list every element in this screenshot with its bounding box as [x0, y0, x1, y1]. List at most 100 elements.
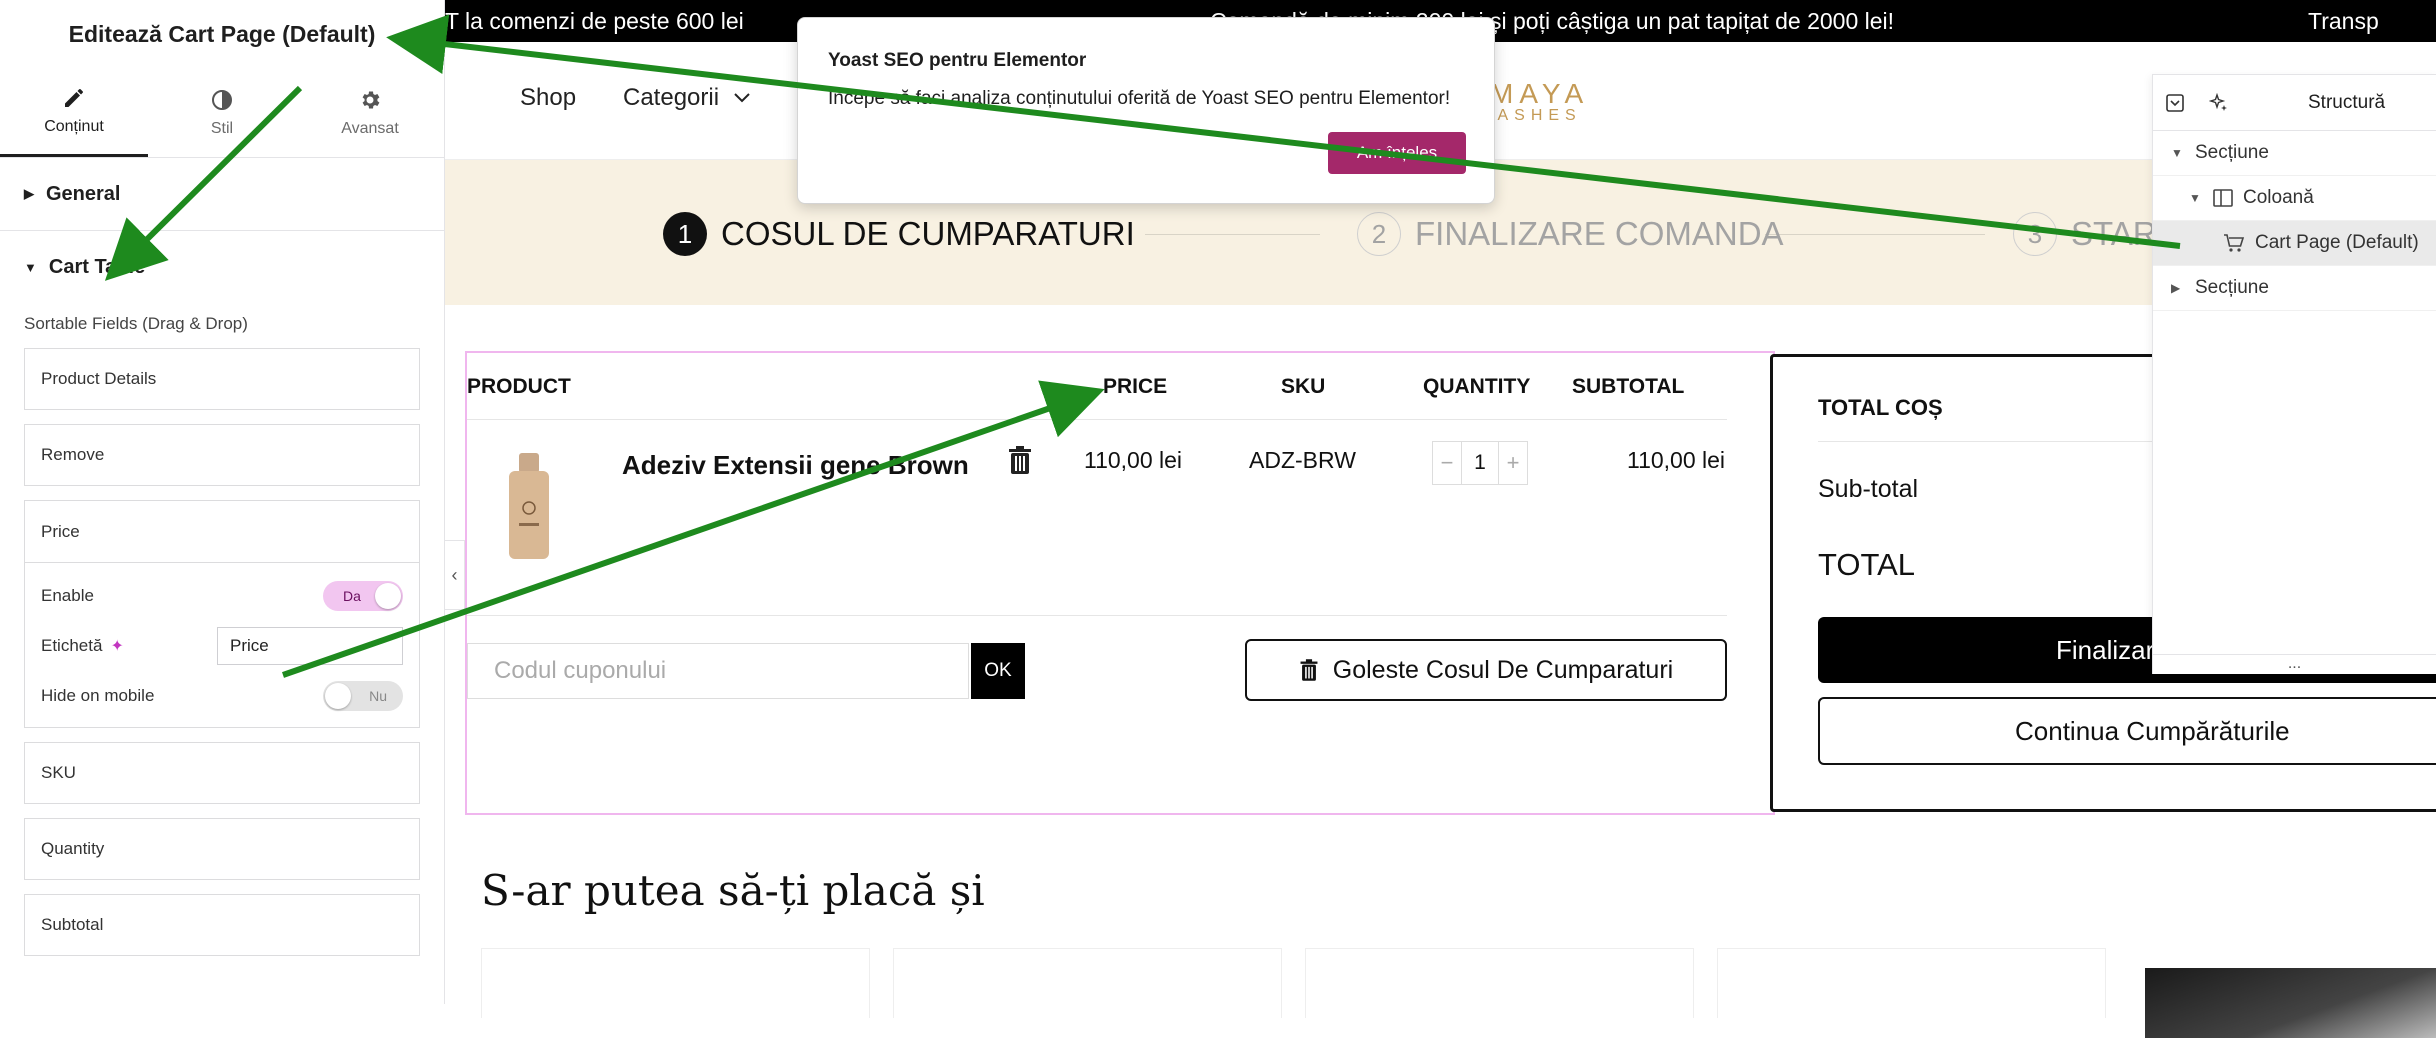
tab-advanced-label: Avansat	[341, 119, 399, 137]
total-label: TOTAL	[1818, 547, 1916, 582]
quantity-value[interactable]: 1	[1461, 442, 1499, 484]
editor-panel: Editează Cart Page (Default) Conținut St…	[0, 0, 445, 1004]
tree-item-column[interactable]: ▼ Coloană	[2153, 176, 2436, 221]
structure-title: Structură	[2308, 91, 2386, 113]
section-cart-table[interactable]: ▼ Cart Table	[0, 231, 444, 304]
column-header-quantity: QUANTITY	[1423, 375, 1531, 398]
related-product-card[interactable]	[1305, 948, 1694, 1018]
caret-right-icon: ▶	[24, 186, 34, 201]
step-number: 2	[1357, 212, 1401, 256]
announcement-text: T la comenzi de peste 600 lei	[445, 7, 744, 34]
quantity-decrease-button[interactable]: −	[1433, 450, 1461, 476]
related-product-card[interactable]	[893, 948, 1282, 1018]
tree-item-label: Cart Page (Default)	[2255, 232, 2419, 253]
structure-header: Structură	[2153, 75, 2436, 131]
field-remove[interactable]: Remove	[24, 424, 420, 486]
table-divider	[467, 615, 1727, 616]
chevron-down-icon	[734, 93, 750, 103]
nav-categorii-label: Categorii	[623, 84, 720, 111]
step-divider	[1765, 234, 1985, 235]
yoast-dismiss-button[interactable]: Am înțeles	[1328, 132, 1466, 174]
field-quantity[interactable]: Quantity	[24, 818, 420, 880]
label-label-wrap: Etichetă ✦	[41, 636, 124, 656]
product-name-link[interactable]: Adeziv Extensii gene Brown	[622, 450, 969, 481]
enable-row: Enable Da	[25, 571, 419, 621]
yoast-title: Yoast SEO pentru Elementor	[828, 50, 1087, 71]
product-sku: ADZ-BRW	[1249, 447, 1356, 473]
product-image[interactable]	[507, 453, 551, 561]
cart-table-widget[interactable]: PRODUCT PRICE SKU QUANTITY SUBTOTAL Adez…	[465, 351, 1775, 815]
collapse-all-icon[interactable]	[2153, 75, 2197, 131]
ai-sparkle-icon[interactable]	[2197, 75, 2241, 131]
nav-shop[interactable]: Shop	[520, 84, 576, 112]
subtotal-label: Sub-total	[1818, 475, 1919, 503]
step-checkout: 2 FINALIZARE COMANDA	[1357, 212, 1784, 256]
site-logo[interactable]: MAYA ASHES	[1490, 80, 1589, 124]
coupon-input[interactable]	[467, 643, 969, 699]
field-subtotal[interactable]: Subtotal	[24, 894, 420, 956]
tree-item-label: Secțiune	[2195, 277, 2269, 298]
structure-resize-handle[interactable]: ...	[2153, 654, 2436, 674]
related-products-title: S-ar putea să-ți placă și	[481, 866, 985, 915]
tree-item-label: Secțiune	[2195, 142, 2269, 163]
caret-down-icon[interactable]: ▼	[2189, 191, 2203, 205]
caret-right-icon[interactable]: ▶	[2171, 281, 2185, 295]
step-cart: 1 COSUL DE CUMPARATURI	[663, 212, 1135, 256]
tree-item-section[interactable]: ▶ Secțiune	[2153, 266, 2436, 311]
cart-icon	[2224, 234, 2245, 252]
tab-style[interactable]: Stil	[148, 68, 296, 157]
product-subtotal: 110,00 lei	[1627, 447, 1726, 473]
empty-cart-label: Goleste Cosul De Cumparaturi	[1332, 655, 1674, 684]
continue-shopping-button[interactable]: Continua Cumpărăturile	[1818, 697, 2436, 765]
gear-icon	[362, 91, 380, 108]
hide-mobile-toggle[interactable]: Nu	[323, 681, 403, 711]
column-icon	[2213, 189, 2233, 207]
structure-navigator: Structură ▼ Secțiune ▼ Coloană Cart Page…	[2152, 74, 2436, 674]
label-label: Etichetă	[41, 636, 103, 655]
field-product-details[interactable]: Product Details	[24, 348, 420, 410]
trash-icon[interactable]	[1007, 445, 1033, 475]
collapse-panel-button[interactable]: ‹	[445, 540, 465, 610]
sortable-fields-label: Sortable Fields (Drag & Drop)	[24, 314, 248, 333]
chevron-left-icon: ‹	[451, 564, 458, 585]
step-label: STAR	[2071, 215, 2157, 252]
label-input[interactable]	[217, 627, 403, 665]
step-number: 1	[663, 212, 707, 256]
column-header-product: PRODUCT	[467, 375, 571, 398]
field-sku[interactable]: SKU	[24, 742, 420, 804]
step-number: 3	[2013, 212, 2057, 256]
yoast-notice-popup: Yoast SEO pentru Elementor Începe să fac…	[797, 17, 1495, 204]
related-product-card[interactable]	[1717, 948, 2106, 1018]
tab-content-label: Conținut	[44, 118, 104, 135]
totals-title: TOTAL COȘ	[1818, 395, 1943, 420]
quantity-stepper[interactable]: − 1 +	[1432, 441, 1528, 485]
tab-style-label: Stil	[210, 119, 234, 137]
enable-toggle[interactable]: Da	[323, 581, 403, 611]
ai-sparkle-icon[interactable]: ✦	[110, 636, 123, 656]
column-header-sku: SKU	[1281, 375, 1326, 398]
contrast-icon	[212, 89, 232, 110]
caret-down-icon: ▼	[24, 260, 37, 275]
tree-item-cart-page[interactable]: Cart Page (Default)	[2153, 221, 2436, 266]
nav-categorii[interactable]: Categorii	[623, 84, 751, 112]
caret-down-icon[interactable]: ▼	[2171, 146, 2185, 160]
tree-item-section[interactable]: ▼ Secțiune	[2153, 131, 2436, 176]
label-row: Etichetă ✦	[25, 621, 419, 671]
section-general[interactable]: ▶ General	[0, 158, 444, 231]
column-header-subtotal: SUBTOTAL	[1572, 375, 1685, 398]
apply-coupon-button[interactable]: OK	[971, 643, 1025, 699]
step-label: COSUL DE CUMPARATURI	[721, 215, 1135, 252]
tab-content[interactable]: Conținut	[0, 68, 148, 157]
field-price[interactable]: Price	[25, 501, 419, 563]
hide-mobile-label: Hide on mobile	[41, 686, 155, 705]
panel-title: Editează Cart Page (Default)	[68, 20, 376, 47]
hide-mobile-row: Hide on mobile Nu	[25, 671, 419, 721]
tab-advanced[interactable]: Avansat	[296, 68, 444, 157]
related-product-card[interactable]	[481, 948, 870, 1018]
section-general-label: General	[46, 182, 121, 205]
empty-cart-button[interactable]: Goleste Cosul De Cumparaturi	[1245, 639, 1727, 701]
tree-item-label: Coloană	[2243, 187, 2314, 208]
logo-line-2: ASHES	[1497, 107, 1582, 124]
quantity-increase-button[interactable]: +	[1499, 450, 1527, 476]
related-product-image[interactable]	[2145, 968, 2436, 1038]
